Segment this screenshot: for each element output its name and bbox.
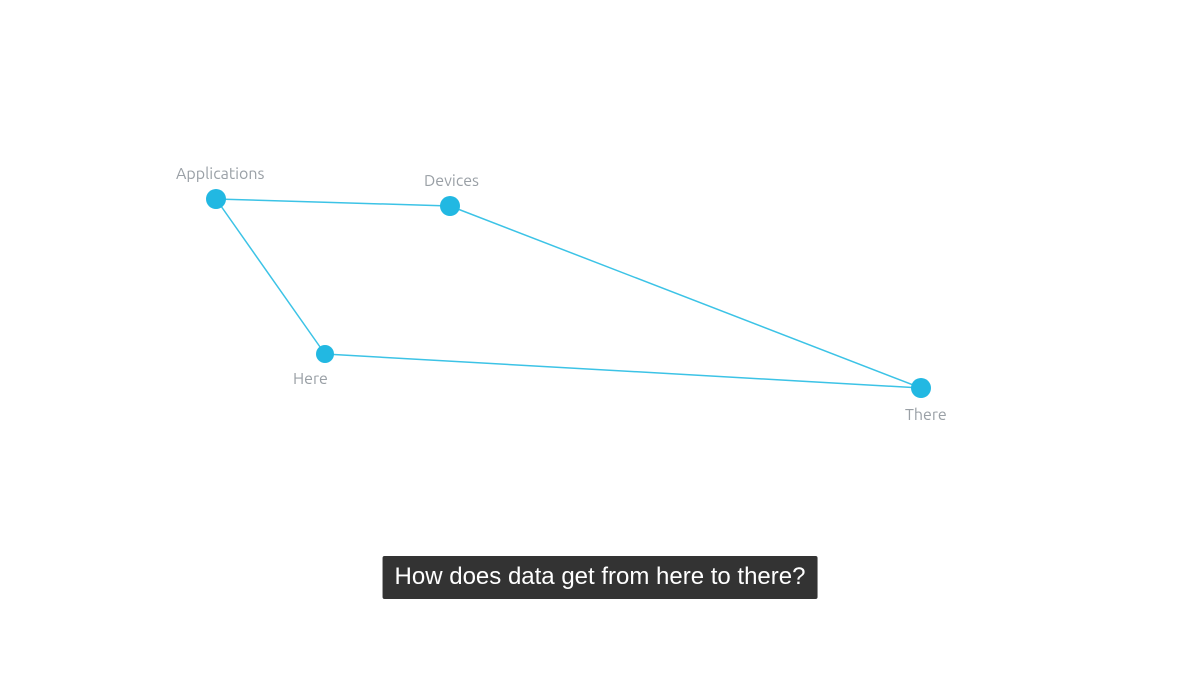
edge-here-applications — [216, 199, 325, 354]
label-here: Here — [293, 370, 328, 388]
node-there — [911, 378, 931, 398]
label-there: There — [905, 406, 947, 424]
edge-devices-there — [450, 206, 921, 388]
label-applications: Applications — [176, 165, 264, 183]
node-devices — [440, 196, 460, 216]
edge-there-here — [325, 354, 921, 388]
caption-subtitle: How does data get from here to there? — [383, 556, 818, 599]
edge-applications-devices — [216, 199, 450, 206]
node-here — [316, 345, 334, 363]
node-applications — [206, 189, 226, 209]
label-devices: Devices — [424, 172, 479, 190]
